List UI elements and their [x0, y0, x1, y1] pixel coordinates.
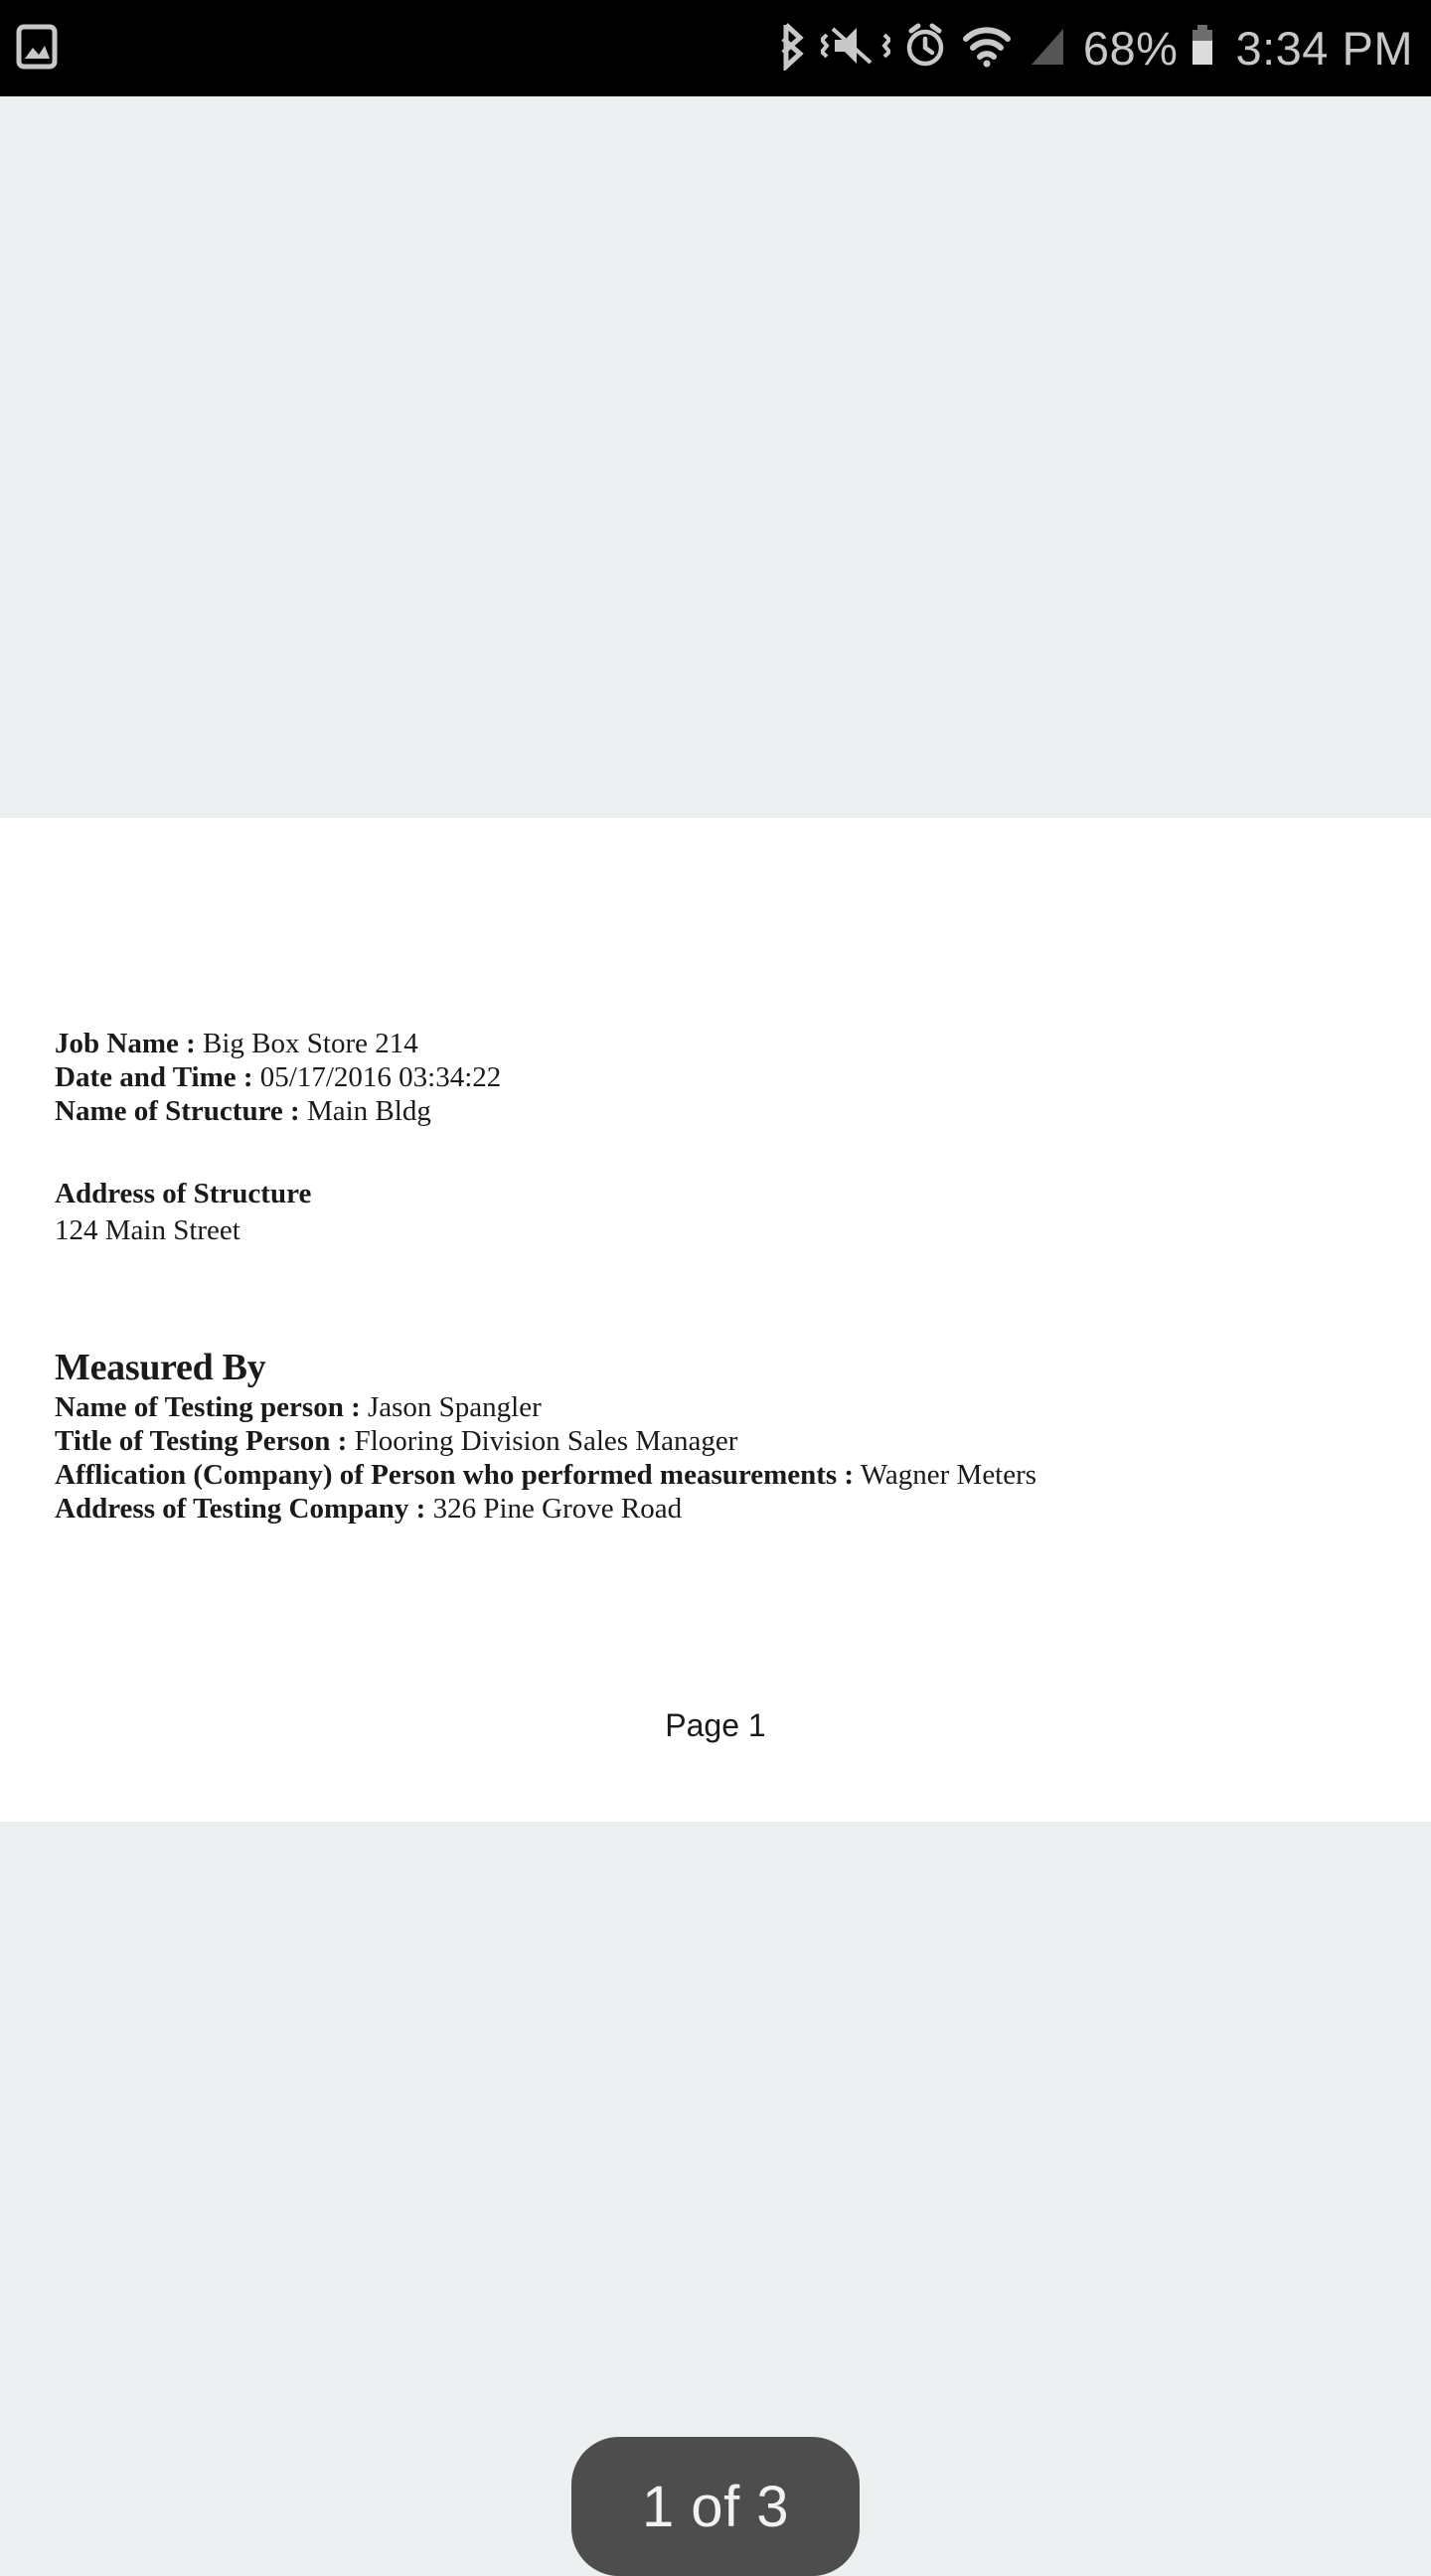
field-name-of-structure: Name of Structure : Main Bldg	[55, 1094, 1391, 1128]
field-value: Big Box Store 214	[203, 1028, 418, 1059]
field-address-of-testing-company: Address of Testing Company : 326 Pine Gr…	[55, 1492, 1391, 1526]
address-of-structure-block: Address of Structure 124 Main Street	[55, 1176, 1391, 1249]
wifi-icon	[960, 21, 1014, 76]
status-bar[interactable]: 68% 3:34 PM	[0, 0, 1431, 96]
field-date-and-time: Date and Time : 05/17/2016 03:34:22	[55, 1060, 1391, 1094]
vibrate-mute-icon	[819, 21, 892, 76]
pdf-viewer[interactable]: Job Name : Big Box Store 214 Date and Ti…	[0, 96, 1431, 2576]
field-label: Address of Testing Company :	[55, 1493, 426, 1525]
address-heading: Address of Structure	[55, 1178, 312, 1209]
field-name-of-testing-person: Name of Testing person : Jason Spangler	[55, 1390, 1391, 1424]
document-page[interactable]: Job Name : Big Box Store 214 Date and Ti…	[0, 818, 1431, 1822]
field-label: Title of Testing Person :	[55, 1425, 348, 1457]
battery-percent-label: 68%	[1082, 22, 1179, 75]
job-info-block: Job Name : Big Box Store 214 Date and Ti…	[55, 1027, 1391, 1128]
field-label: Name of Testing person :	[55, 1391, 361, 1423]
bluetooth-icon	[775, 21, 809, 76]
status-bar-notifications	[0, 21, 60, 76]
status-bar-system-icons: 68% 3:34 PM	[775, 21, 1431, 76]
alarm-clock-icon	[902, 21, 948, 76]
field-value: Jason Spangler	[367, 1391, 542, 1423]
field-afflication-company: Afflication (Company) of Person who perf…	[55, 1458, 1391, 1492]
field-title-of-testing-person: Title of Testing Person : Flooring Divis…	[55, 1424, 1391, 1458]
field-job-name: Job Name : Big Box Store 214	[55, 1027, 1391, 1060]
field-value: 05/17/2016 03:34:22	[259, 1061, 502, 1093]
page-indicator-pill[interactable]: 1 of 3	[571, 2437, 860, 2576]
field-value: 326 Pine Grove Road	[432, 1493, 683, 1525]
page-indicator-label: 1 of 3	[641, 2474, 790, 2539]
field-value: Flooring Division Sales Manager	[354, 1425, 738, 1457]
field-value: Wagner Meters	[860, 1459, 1037, 1491]
measured-by-heading: Measured By	[55, 1347, 266, 1388]
field-label: Afflication (Company) of Person who perf…	[55, 1459, 855, 1491]
field-label: Date and Time :	[55, 1061, 253, 1093]
cellular-signal-icon	[1026, 21, 1071, 76]
page-number-footer: Page 1	[665, 1707, 766, 1743]
image-notification-icon	[14, 21, 60, 76]
address-line: 124 Main Street	[55, 1214, 240, 1246]
field-label: Name of Structure :	[55, 1095, 300, 1127]
measured-by-block: Measured By Name of Testing person : Jas…	[55, 1345, 1391, 1526]
field-value: Main Bldg	[306, 1095, 431, 1127]
clock-label: 3:34 PM	[1235, 22, 1413, 75]
battery-icon	[1188, 21, 1217, 76]
field-label: Job Name :	[55, 1028, 196, 1059]
